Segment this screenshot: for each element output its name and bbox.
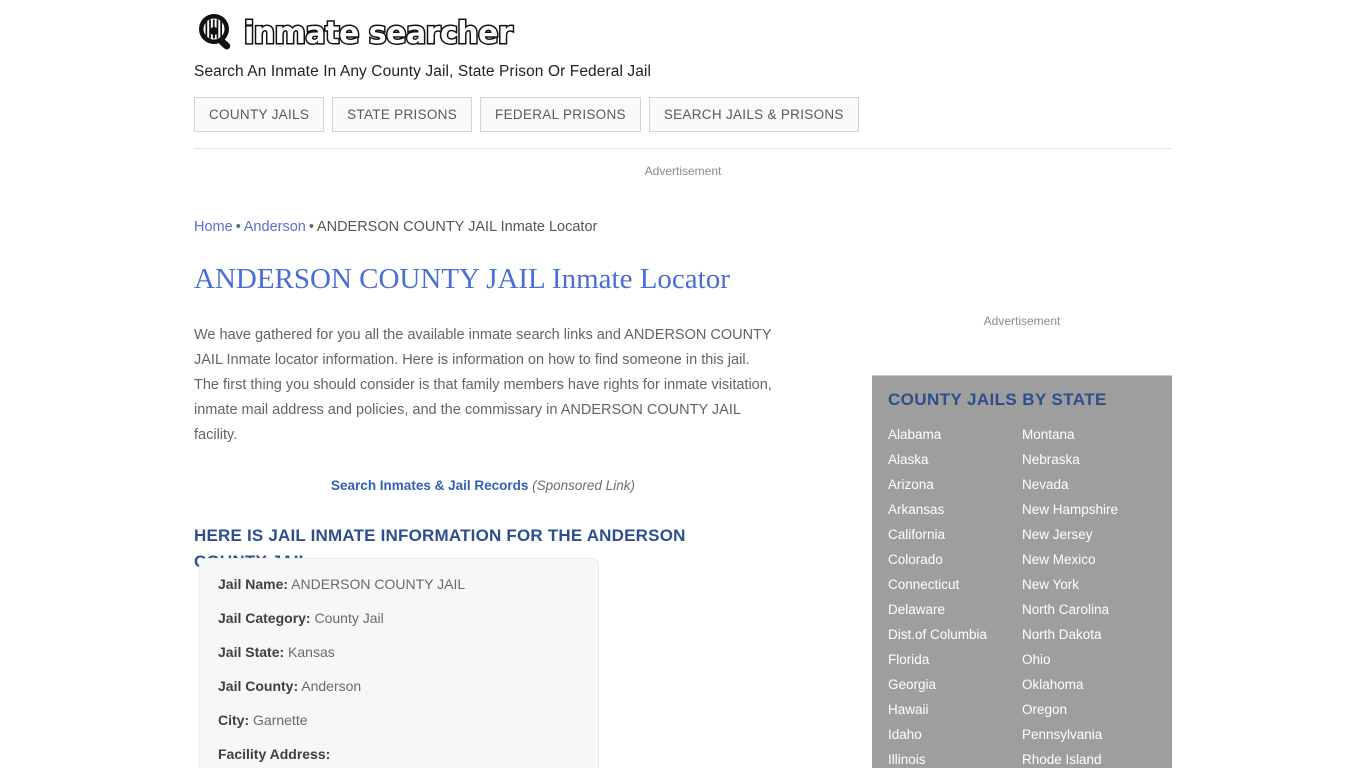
breadcrumb: Home • Anderson • ANDERSON COUNTY JAIL Inmat… [194, 219, 597, 235]
info-label-jail-name: Jail Name: [218, 576, 289, 592]
state-link-alabama[interactable]: Alabama [888, 422, 1022, 447]
state-link-nevada[interactable]: Nevada [1022, 472, 1156, 497]
state-link-hawaii[interactable]: Hawaii [888, 697, 1022, 722]
intro-paragraph: We have gathered for you all the availab… [194, 326, 772, 443]
state-link-new-hampshire[interactable]: New Hampshire [1022, 497, 1156, 522]
state-link-delaware[interactable]: Delaware [888, 597, 1022, 622]
state-link-montana[interactable]: Montana [1022, 422, 1156, 447]
info-value-jail-county: Anderson [301, 678, 362, 694]
sponsored-link-row: Search Inmates & Jail Records (Sponsored… [194, 478, 772, 493]
info-label-jail-state: Jail State: [218, 644, 285, 660]
state-link-illinois[interactable]: Illinois [888, 747, 1022, 768]
state-column-right: Montana Nebraska Nevada New Hampshire New Je… [1022, 422, 1156, 768]
info-value-city: Garnette [253, 712, 308, 728]
nav-item-federal-prisons[interactable]: FEDERAL PRISONS [480, 97, 641, 132]
jail-info-box: Jail Name: ANDERSON COUNTY JAIL Jail Cat… [199, 558, 599, 768]
state-link-new-jersey[interactable]: New Jersey [1022, 522, 1156, 547]
info-label-city: City: [218, 712, 250, 728]
page-title: ANDERSON COUNTY JAIL Inmate Locator [194, 263, 730, 295]
breadcrumb-link-county[interactable]: Anderson [244, 219, 306, 235]
info-row-city: City: Garnette [218, 711, 580, 729]
state-link-dist-of-columbia[interactable]: Dist.of Columbia [888, 622, 1022, 647]
state-link-ohio[interactable]: Ohio [1022, 647, 1156, 672]
state-link-oregon[interactable]: Oregon [1022, 697, 1156, 722]
state-link-pennsylvania[interactable]: Pennsylvania [1022, 722, 1156, 747]
info-row-jail-category: Jail Category: County Jail [218, 609, 580, 627]
sidebar-advertisement-label: Advertisement [983, 314, 1061, 328]
state-link-new-mexico[interactable]: New Mexico [1022, 547, 1156, 572]
sidebar-title: COUNTY JAILS BY STATE [888, 390, 1107, 409]
info-label-facility-address: Facility Address: [218, 746, 331, 762]
state-link-nebraska[interactable]: Nebraska [1022, 447, 1156, 472]
state-column-left: Alabama Alaska Arizona Arkansas California Co… [888, 422, 1022, 768]
state-link-georgia[interactable]: Georgia [888, 672, 1022, 697]
info-label-jail-county: Jail County: [218, 678, 299, 694]
info-value-jail-state: Kansas [288, 644, 335, 660]
sponsored-search-link[interactable]: Search Inmates & Jail Records [331, 478, 528, 493]
breadcrumb-separator-1: • [235, 219, 241, 235]
state-link-columns: Alabama Alaska Arizona Arkansas California Co… [888, 422, 1156, 768]
site-header: inmate searcher Search An Inmate In Any … [194, 10, 1172, 81]
state-link-oklahoma[interactable]: Oklahoma [1022, 672, 1156, 697]
info-row-jail-name: Jail Name: ANDERSON COUNTY JAIL [218, 575, 580, 593]
info-row-jail-state: Jail State: Kansas [218, 643, 580, 661]
state-link-north-dakota[interactable]: North Dakota [1022, 622, 1156, 647]
info-value-jail-category: County Jail [314, 610, 384, 626]
state-link-rhode-island[interactable]: Rhode Island [1022, 747, 1156, 768]
state-link-arkansas[interactable]: Arkansas [888, 497, 1022, 522]
nav-item-state-prisons[interactable]: STATE PRISONS [332, 97, 473, 132]
info-label-jail-category: Jail Category: [218, 610, 311, 626]
state-link-connecticut[interactable]: Connecticut [888, 572, 1022, 597]
state-link-florida[interactable]: Florida [888, 647, 1022, 672]
logo-wordmark: inmate searcher [242, 16, 514, 51]
state-link-alaska[interactable]: Alaska [888, 447, 1022, 472]
nav-item-search-jails-prisons[interactable]: SEARCH JAILS & PRISONS [648, 97, 859, 132]
page-root: inmate searcher Search An Inmate In Any … [0, 0, 1366, 768]
state-link-north-carolina[interactable]: North Carolina [1022, 597, 1156, 622]
state-link-california[interactable]: California [888, 522, 1022, 547]
breadcrumb-separator-2: • [308, 219, 314, 235]
main-content: ANDERSON COUNTY JAIL Inmate Locator We h… [194, 262, 794, 575]
info-row-facility-address: Facility Address: 823 W. 7th [218, 745, 580, 768]
magnifier-prison-icon [194, 11, 240, 55]
top-advertisement-label: Advertisement [644, 164, 722, 178]
state-link-new-york[interactable]: New York [1022, 572, 1156, 597]
state-link-arizona[interactable]: Arizona [888, 472, 1022, 497]
sidebar-county-jails-by-state: COUNTY JAILS BY STATE Alabama Alaska Arizo… [872, 375, 1172, 768]
site-tagline: Search An Inmate In Any County Jail, Sta… [194, 63, 652, 80]
header-divider [194, 148, 1172, 149]
main-navigation: COUNTY JAILS STATE PRISONS FEDERAL PRISO… [194, 97, 859, 132]
info-row-jail-county: Jail County: Anderson [218, 677, 580, 695]
state-link-colorado[interactable]: Colorado [888, 547, 1022, 572]
breadcrumb-current: ANDERSON COUNTY JAIL Inmate Locator [316, 219, 598, 235]
state-link-idaho[interactable]: Idaho [888, 722, 1022, 747]
nav-item-county-jails[interactable]: COUNTY JAILS [194, 97, 325, 132]
site-logo[interactable]: inmate searcher [194, 10, 1172, 56]
sponsored-note: (Sponsored Link) [532, 477, 635, 493]
breadcrumb-link-home[interactable]: Home [194, 219, 233, 235]
info-value-jail-name: ANDERSON COUNTY JAIL [291, 576, 466, 592]
